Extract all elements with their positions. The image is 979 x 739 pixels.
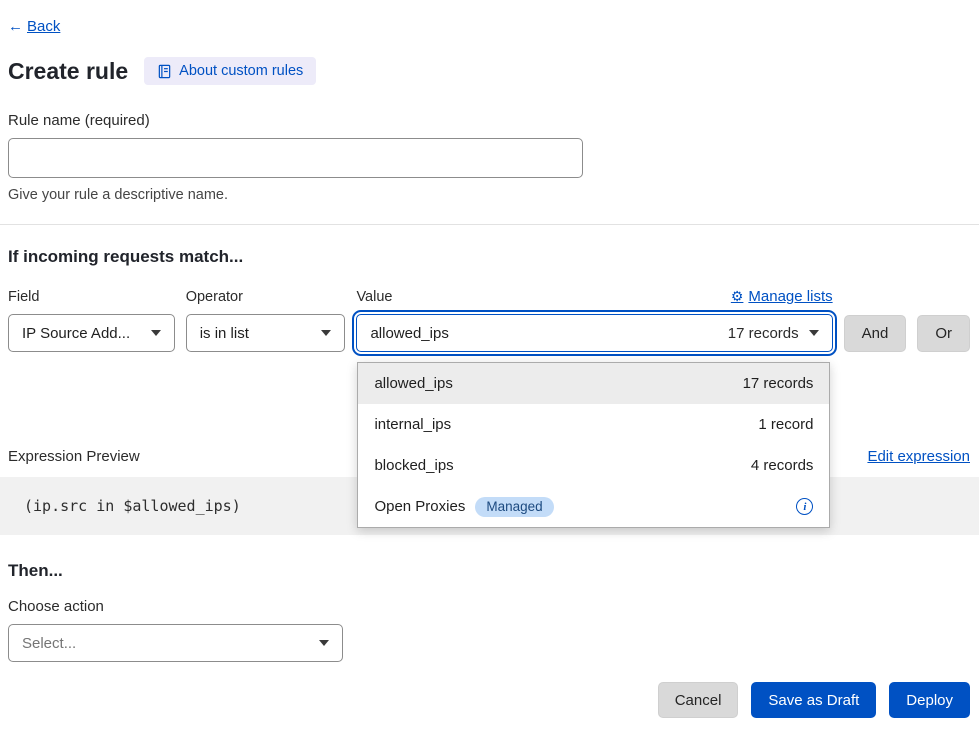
action-select[interactable]: Select... <box>8 624 343 662</box>
list-item-name: blocked_ips <box>374 457 453 474</box>
action-select-placeholder: Select... <box>22 635 76 652</box>
deploy-button[interactable]: Deploy <box>889 682 970 718</box>
operator-select[interactable]: is in list <box>186 314 346 352</box>
list-item-meta: 17 records <box>743 375 814 392</box>
info-icon[interactable]: i <box>796 498 813 515</box>
about-custom-rules-link[interactable]: About custom rules <box>144 57 316 85</box>
value-select-value: allowed_ips <box>370 325 448 342</box>
gear-icon: ⚙ <box>731 288 744 305</box>
choose-action-label: Choose action <box>8 598 970 615</box>
list-item[interactable]: allowed_ips 17 records <box>358 363 829 404</box>
or-button[interactable]: Or <box>917 315 970 352</box>
page-title: Create rule <box>8 58 128 85</box>
operator-label: Operator <box>186 289 346 305</box>
managed-badge: Managed <box>475 497 553 517</box>
then-heading: Then... <box>8 561 970 581</box>
match-heading: If incoming requests match... <box>8 247 970 267</box>
manage-lists-label: Manage lists <box>748 288 832 305</box>
manage-lists-link[interactable]: ⚙ Manage lists <box>731 288 833 305</box>
field-select-value: IP Source Add... <box>22 325 130 342</box>
cancel-button[interactable]: Cancel <box>658 682 739 718</box>
value-dropdown-menu: allowed_ips 17 records internal_ips 1 re… <box>357 362 830 528</box>
back-link[interactable]: ←Back <box>8 18 60 35</box>
rule-name-helper: Give your rule a descriptive name. <box>8 187 970 203</box>
back-arrow-icon: ← <box>8 18 23 35</box>
chevron-down-icon <box>319 640 329 646</box>
list-item-name: Open Proxies <box>374 498 465 515</box>
book-icon <box>157 64 172 79</box>
section-divider <box>0 224 979 225</box>
and-button[interactable]: And <box>844 315 907 352</box>
list-item[interactable]: blocked_ips 4 records <box>358 445 829 486</box>
back-link-label: Back <box>27 18 60 35</box>
value-label-row: Value ⚙ Manage lists <box>356 288 832 305</box>
list-item-name: internal_ips <box>374 416 451 433</box>
expression-preview-label: Expression Preview <box>8 448 140 465</box>
chevron-down-icon <box>151 330 161 336</box>
value-label: Value <box>356 289 392 305</box>
about-badge-label: About custom rules <box>179 63 303 79</box>
create-rule-page: ←Back Create rule About custom rules Rul… <box>0 0 979 718</box>
rule-name-label: Rule name (required) <box>8 112 970 129</box>
list-item-meta: 4 records <box>751 457 814 474</box>
list-item-meta: 1 record <box>758 416 813 433</box>
save-as-draft-button[interactable]: Save as Draft <box>751 682 876 718</box>
footer-actions: Cancel Save as Draft Deploy <box>8 682 970 718</box>
chevron-down-icon <box>321 330 331 336</box>
chevron-down-icon <box>809 330 819 336</box>
list-item-name: allowed_ips <box>374 375 452 392</box>
edit-expression-link[interactable]: Edit expression <box>867 448 970 465</box>
field-group: Field IP Source Add... <box>8 289 175 352</box>
list-item[interactable]: internal_ips 1 record <box>358 404 829 445</box>
title-row: Create rule About custom rules <box>8 57 970 85</box>
value-select-meta: 17 records <box>728 325 799 342</box>
field-label: Field <box>8 289 175 305</box>
rule-name-input[interactable] <box>8 138 583 178</box>
value-group: Value ⚙ Manage lists allowed_ips 17 reco… <box>356 288 832 352</box>
back-row: ←Back <box>8 18 970 35</box>
list-item[interactable]: Open Proxies Managed i <box>358 486 829 527</box>
field-select[interactable]: IP Source Add... <box>8 314 175 352</box>
value-select[interactable]: allowed_ips 17 records <box>356 314 832 352</box>
operator-select-value: is in list <box>200 325 249 342</box>
condition-row: Field IP Source Add... Operator is in li… <box>8 288 970 352</box>
operator-group: Operator is in list <box>186 289 346 352</box>
